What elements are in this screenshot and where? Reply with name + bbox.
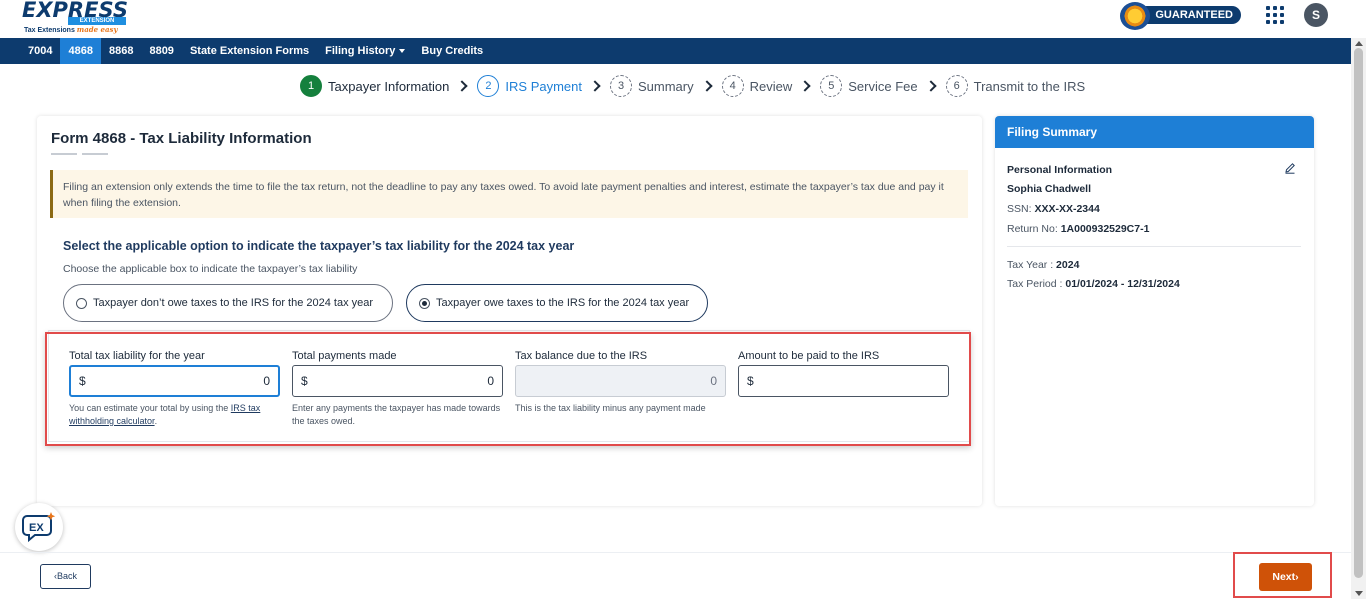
total-payments-field: Total payments made $ 0 Enter any paymen… <box>292 350 503 428</box>
user-avatar[interactable]: S <box>1304 3 1328 27</box>
guaranteed-badge: GUARANTEED <box>1120 2 1242 30</box>
option-label: Taxpayer don’t owe taxes to the IRS for … <box>93 297 374 309</box>
currency-prefix: $ <box>747 374 754 388</box>
return-number-row: Return No: 1A000932529C7-1 <box>1007 223 1150 235</box>
next-button[interactable]: Next› <box>1259 563 1312 591</box>
svg-text:EX: EX <box>29 522 44 534</box>
nav-item-4868[interactable]: 4868 <box>60 38 101 64</box>
logo-subbar: EXTENSION <box>68 17 126 25</box>
guarantee-seal-icon <box>1120 2 1150 30</box>
step-label: IRS Payment <box>505 78 582 94</box>
tax-balance-due-input: 0 <box>515 365 726 397</box>
top-header: EXPRESS EXTENSION Tax Extensions made ea… <box>0 0 1366 38</box>
filing-summary-title: Filing Summary <box>995 116 1314 148</box>
step-summary[interactable]: 3 Summary <box>610 75 694 97</box>
step-number: 3 <box>610 75 632 97</box>
liability-subheading: Choose the applicable box to indicate th… <box>63 263 358 275</box>
payment-notice: Filing an extension only extends the tim… <box>50 170 968 218</box>
nav-item-8809[interactable]: 8809 <box>141 38 181 64</box>
tax-year-row: Tax Year : 2024 <box>1007 259 1080 271</box>
chevron-right-icon <box>799 80 811 92</box>
chat-assistant-button[interactable]: EX <box>15 503 63 551</box>
scroll-down-arrow-icon[interactable] <box>1354 591 1363 596</box>
chevron-right-icon <box>456 80 469 92</box>
nav-item-filing-history[interactable]: Filing History <box>317 38 413 64</box>
field-help-text: This is the tax liability minus any paym… <box>515 403 706 413</box>
field-label: Total payments made <box>292 350 397 362</box>
guaranteed-label: GUARANTEED <box>1138 6 1241 24</box>
step-label: Transmit to the IRS <box>973 78 1086 94</box>
scroll-up-arrow-icon[interactable] <box>1354 41 1363 46</box>
field-help-text: You can estimate your total by using the… <box>69 403 261 426</box>
step-number: 4 <box>721 75 744 97</box>
input-value: 0 <box>263 374 270 388</box>
page-title: Form 4868 - Tax Liability Information <box>51 130 312 147</box>
back-button[interactable]: ‹Back <box>40 564 91 589</box>
step-review[interactable]: 4 Review <box>721 75 793 97</box>
step-label: Taxpayer Information <box>328 78 450 94</box>
scroll-thumb[interactable] <box>1354 48 1363 578</box>
option-no-taxes-owed[interactable]: Taxpayer don’t owe taxes to the IRS for … <box>63 284 393 322</box>
amount-to-pay-input[interactable]: $ <box>738 365 949 397</box>
field-label: Tax balance due to the IRS <box>515 350 648 362</box>
tax-period-row: Tax Period : 01/01/2024 - 12/31/2024 <box>1007 278 1180 290</box>
apps-grid-icon[interactable] <box>1266 6 1284 24</box>
summary-divider <box>1007 246 1301 247</box>
main-nav: 7004 4868 8868 8809 State Extension Form… <box>0 38 1351 64</box>
logo-tagline: Tax Extensions made easy <box>24 25 118 34</box>
option-label: Taxpayer owe taxes to the IRS for the 20… <box>436 297 690 309</box>
chat-bubble-icon: EX <box>22 512 56 543</box>
step-number: 2 <box>477 75 500 97</box>
step-label: Service Fee <box>848 78 918 94</box>
step-number: 1 <box>300 75 322 97</box>
field-label: Total tax liability for the year <box>69 350 205 362</box>
radio-checked-icon <box>419 297 430 309</box>
title-underline <box>51 153 77 155</box>
taxpayer-name: Sophia Chadwell <box>1007 183 1092 195</box>
input-value: 0 <box>710 374 717 388</box>
nav-item-state-extension-forms[interactable]: State Extension Forms <box>182 38 317 64</box>
footer-divider <box>0 552 1351 553</box>
chevron-right-icon <box>924 80 937 92</box>
currency-prefix: $ <box>79 374 86 388</box>
step-transmit-to-irs[interactable]: 6 Transmit to the IRS <box>945 75 1086 97</box>
progress-stepper: 1 Taxpayer Information 2 IRS Payment 3 S… <box>300 75 1085 97</box>
liability-heading: Select the applicable option to indicate… <box>63 239 575 253</box>
page-scrollbar[interactable] <box>1351 38 1366 599</box>
nav-item-7004[interactable]: 7004 <box>20 38 60 64</box>
nav-item-buy-credits[interactable]: Buy Credits <box>413 38 491 64</box>
tax-balance-due-field: Tax balance due to the IRS 0 This is the… <box>515 350 726 415</box>
chevron-right-icon: › <box>1295 571 1299 583</box>
option-taxes-owed[interactable]: Taxpayer owe taxes to the IRS for the 20… <box>406 284 708 322</box>
step-number: 6 <box>945 75 968 97</box>
filing-summary-card: Filing Summary Personal Information Soph… <box>995 116 1314 506</box>
input-value: 0 <box>487 374 494 388</box>
step-irs-payment[interactable]: 2 IRS Payment <box>477 75 582 97</box>
radio-unchecked-icon <box>76 297 87 309</box>
title-underline <box>82 153 108 155</box>
ssn-row: SSN: XXX-XX-2344 <box>1007 203 1100 215</box>
personal-info-heading: Personal Information <box>1007 164 1113 176</box>
amount-to-pay-field: Amount to be paid to the IRS $ <box>738 350 949 397</box>
step-service-fee[interactable]: 5 Service Fee <box>820 75 918 97</box>
step-label: Summary <box>638 78 694 94</box>
express-extension-logo[interactable]: EXPRESS EXTENSION Tax Extensions made ea… <box>22 0 132 36</box>
chevron-right-icon <box>589 80 601 92</box>
step-taxpayer-information[interactable]: 1 Taxpayer Information <box>300 75 449 97</box>
total-tax-liability-field: Total tax liability for the year $ 0 You… <box>69 350 280 428</box>
field-help-text: Enter any payments the taxpayer has made… <box>292 403 501 426</box>
step-number: 5 <box>820 75 843 97</box>
total-payments-input[interactable]: $ 0 <box>292 365 503 397</box>
currency-prefix: $ <box>301 374 308 388</box>
step-label: Review <box>749 78 793 94</box>
field-label: Amount to be paid to the IRS <box>738 350 880 362</box>
chevron-down-icon <box>399 49 406 54</box>
total-tax-liability-input[interactable]: $ 0 <box>69 365 280 397</box>
nav-item-8868[interactable]: 8868 <box>101 38 141 64</box>
edit-pencil-icon[interactable] <box>1284 162 1296 174</box>
tax-liability-card: Form 4868 - Tax Liability Information Fi… <box>37 116 982 506</box>
chevron-right-icon <box>700 80 713 92</box>
